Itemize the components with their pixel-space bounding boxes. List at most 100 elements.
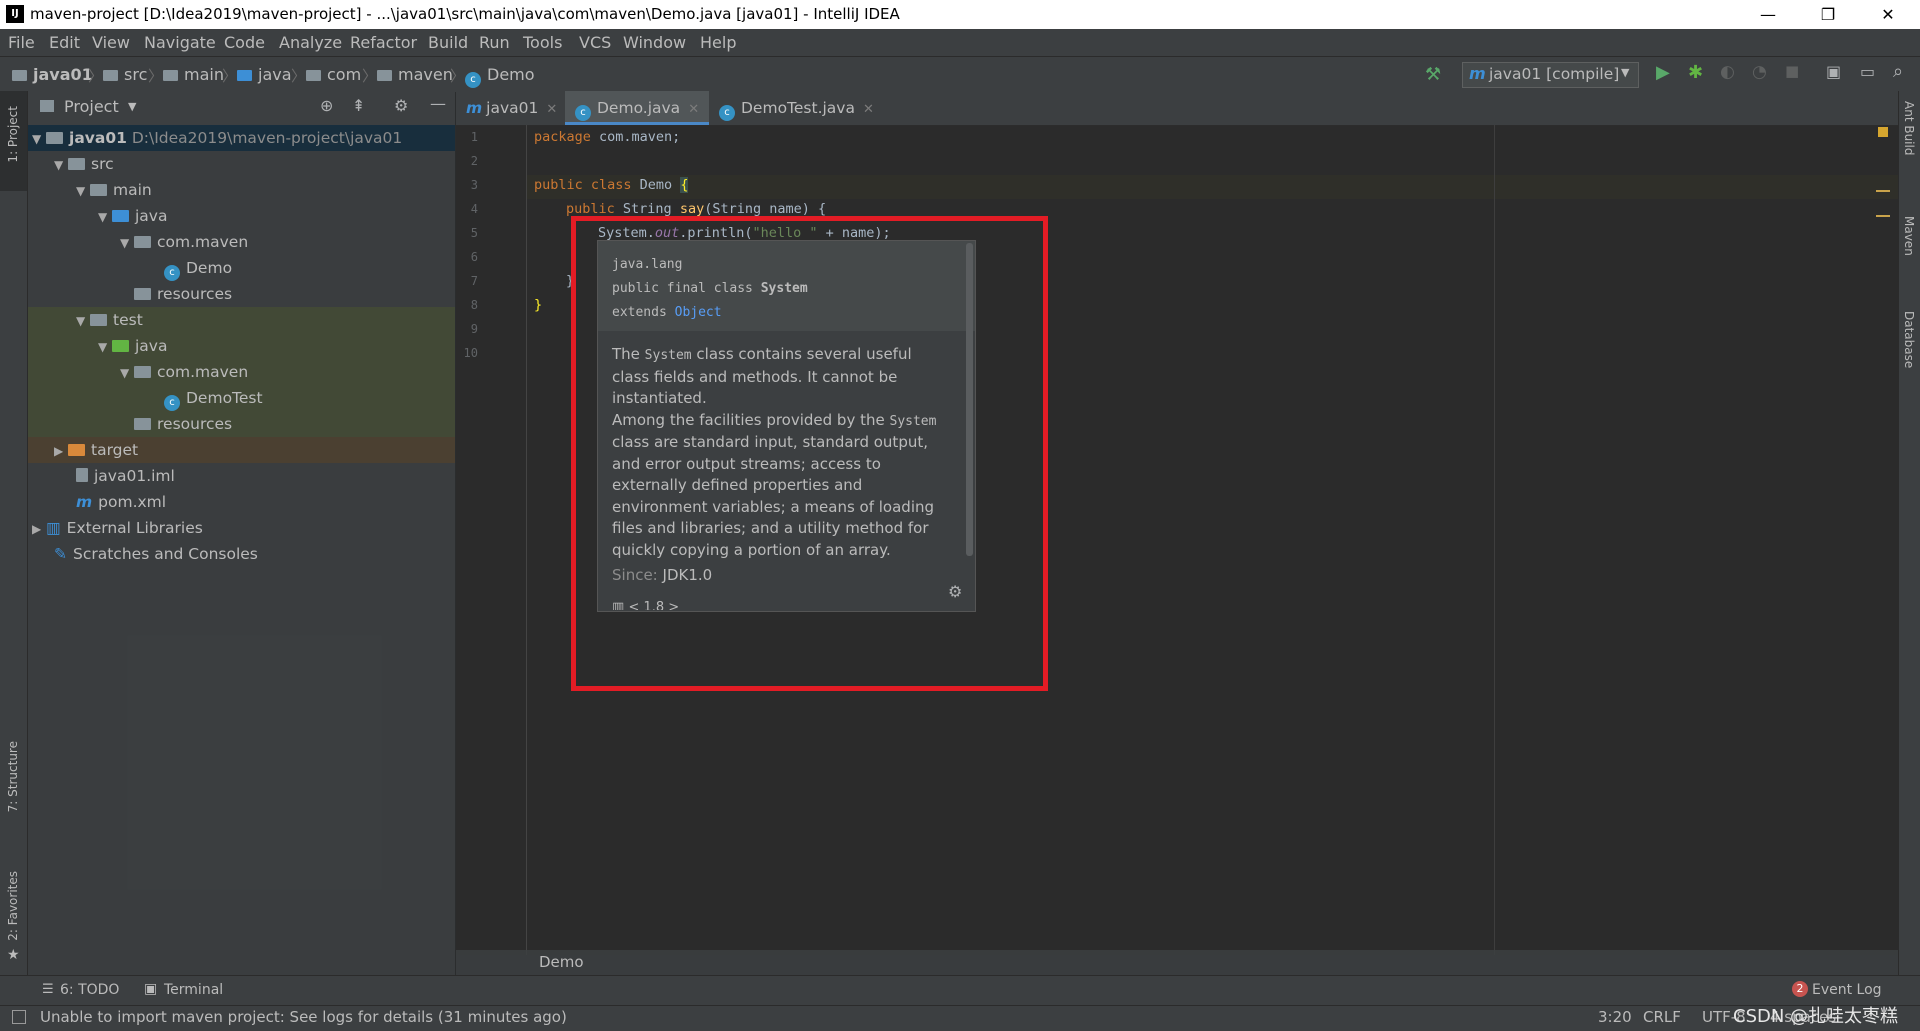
close-tab-icon[interactable]: ✕ (546, 102, 557, 117)
tree-item-iml[interactable]: java01.iml (76, 463, 175, 489)
debug-icon[interactable]: ✱ (1688, 62, 1703, 83)
close-window-button[interactable]: ✕ (1865, 0, 1911, 29)
build-hammer-icon[interactable]: ⚒ (1425, 64, 1441, 85)
tab-project[interactable]: 1: Project (6, 106, 20, 163)
tree-item-demo[interactable]: c Demo (164, 255, 232, 281)
caret-position[interactable]: 3:20 (1598, 1008, 1632, 1026)
toggle-tool-windows-icon[interactable] (12, 1010, 26, 1024)
menu-build[interactable]: Build (428, 33, 468, 52)
chevron-right-icon: 〉 (291, 67, 307, 85)
menu-edit[interactable]: Edit (49, 33, 80, 52)
breadcrumb-java[interactable]: java (237, 65, 292, 84)
menu-analyze[interactable]: Analyze (279, 33, 342, 52)
menu-navigate[interactable]: Navigate (144, 33, 216, 52)
tree-item-test[interactable]: ▼ test (76, 307, 143, 333)
tab-java01[interactable]: m java01 ✕ (456, 91, 567, 125)
library-icon: ▥ (46, 519, 61, 537)
tree-item-main-java[interactable]: ▼ java (98, 203, 167, 229)
warning-indicator-icon[interactable] (1878, 127, 1888, 137)
doc-package: java.lang (612, 257, 683, 272)
close-tab-icon[interactable]: ✕ (688, 102, 699, 117)
resources-folder-icon (134, 418, 151, 430)
tree-item-test-java[interactable]: ▼ java (98, 333, 167, 359)
class-icon: c (164, 395, 180, 411)
run-icon[interactable]: ▶ (1656, 62, 1670, 83)
tab-demotest-java[interactable]: c DemoTest.java ✕ (709, 91, 884, 125)
status-message[interactable]: Unable to import maven project: See logs… (40, 1008, 567, 1026)
tab-structure[interactable]: 7: Structure (6, 741, 20, 812)
tree-item-test-resources[interactable]: resources (120, 411, 232, 437)
tree-item-pom[interactable]: m pom.xml (76, 489, 166, 515)
profile-icon[interactable]: ◔ (1752, 62, 1767, 82)
expanded-arrow-icon: ▼ (98, 210, 108, 224)
module-icon (46, 132, 63, 144)
collapsed-arrow-icon: ▶ (32, 522, 42, 536)
tree-item-target[interactable]: ▶ target (54, 437, 138, 463)
menu-code[interactable]: Code (224, 33, 265, 52)
menu-refactor[interactable]: Refactor (350, 33, 417, 52)
tab-demo-java[interactable]: c Demo.java ✕ (565, 91, 710, 125)
layout-icon[interactable]: ▭ (1860, 62, 1875, 81)
menu-help[interactable]: Help (700, 33, 736, 52)
search-icon[interactable]: ⌕ (1893, 61, 1903, 82)
stop-icon[interactable]: ■ (1785, 62, 1799, 80)
coverage-icon[interactable]: ◐ (1720, 62, 1735, 82)
error-stripe-mark[interactable] (1876, 190, 1890, 192)
package-icon (306, 70, 321, 81)
project-view-icon (40, 100, 54, 112)
excluded-folder-icon (68, 444, 85, 456)
tree-item-external-libraries[interactable]: ▶ ▥ External Libraries (32, 515, 203, 541)
tab-database[interactable]: Database (1902, 311, 1916, 368)
menu-tools[interactable]: Tools (523, 33, 562, 52)
editor-breadcrumb-demo[interactable]: Demo (539, 953, 584, 971)
object-link[interactable]: Object (675, 305, 722, 320)
line-number: 2 (470, 154, 478, 168)
error-stripe-mark[interactable] (1876, 215, 1890, 217)
gear-icon[interactable]: ⚙ (394, 96, 408, 115)
line-separator[interactable]: CRLF (1643, 1008, 1681, 1026)
breadcrumb-java01[interactable]: java01 (12, 65, 93, 84)
tab-maven[interactable]: Maven (1902, 216, 1916, 256)
expanded-arrow-icon: ▼ (54, 158, 64, 172)
tree-item-com-maven[interactable]: ▼ com.maven (120, 229, 248, 255)
tree-item-test-com-maven[interactable]: ▼ com.maven (120, 359, 248, 385)
popup-scrollbar[interactable] (966, 243, 973, 556)
quick-documentation-popup[interactable]: java.lang public final class System exte… (597, 240, 976, 612)
breadcrumb-com[interactable]: com (306, 65, 361, 84)
menu-window[interactable]: Window (623, 33, 686, 52)
project-view-select[interactable]: Project (64, 97, 119, 116)
tab-terminal[interactable]: Terminal (164, 982, 223, 998)
locate-icon[interactable]: ⊕ (320, 96, 333, 115)
chevron-down-icon[interactable]: ▼ (128, 100, 136, 113)
breadcrumb-maven[interactable]: maven (377, 65, 453, 84)
tree-item-src[interactable]: ▼ src (54, 151, 114, 177)
breadcrumb-src[interactable]: src (103, 65, 147, 84)
project-structure-icon[interactable]: ▣ (1826, 62, 1841, 81)
gear-icon[interactable]: ⚙ (948, 582, 962, 601)
tree-item-main[interactable]: ▼ main (76, 177, 152, 203)
close-tab-icon[interactable]: ✕ (863, 102, 874, 117)
tree-item-resources[interactable]: resources (120, 281, 232, 307)
menu-vcs[interactable]: VCS (579, 33, 611, 52)
minimize-button[interactable]: — (1745, 0, 1791, 29)
tab-ant-build[interactable]: Ant Build (1902, 101, 1916, 155)
tree-item-scratches[interactable]: ✎ Scratches and Consoles (54, 541, 258, 567)
line-number: 10 (463, 346, 478, 360)
menu-file[interactable]: File (8, 33, 35, 52)
code-line-4: public String say(String name) { (566, 201, 827, 217)
run-config-select[interactable]: m java01 [compile] ▼ (1462, 62, 1639, 88)
menu-view[interactable]: View (92, 33, 130, 52)
breadcrumb-main[interactable]: main (163, 65, 224, 84)
tree-item-java01[interactable]: ▼ java01 D:\Idea2019\maven-project\java01 (32, 125, 402, 151)
watermark: CSDN @扎哇太枣糕 (1733, 1006, 1899, 1027)
tab-favorites[interactable]: 2: Favorites (6, 871, 20, 941)
tab-todo[interactable]: 6: TODO (60, 982, 119, 998)
tree-item-demotest[interactable]: c DemoTest (164, 385, 263, 411)
menu-run[interactable]: Run (479, 33, 510, 52)
tab-event-log[interactable]: Event Log (1812, 982, 1882, 998)
collapse-all-icon[interactable]: ⇞ (352, 96, 365, 115)
breadcrumb-demo[interactable]: c Demo (465, 65, 535, 88)
hide-icon[interactable]: — (430, 94, 446, 113)
maximize-button[interactable]: ❐ (1805, 0, 1851, 29)
right-margin-guide (1494, 125, 1495, 955)
